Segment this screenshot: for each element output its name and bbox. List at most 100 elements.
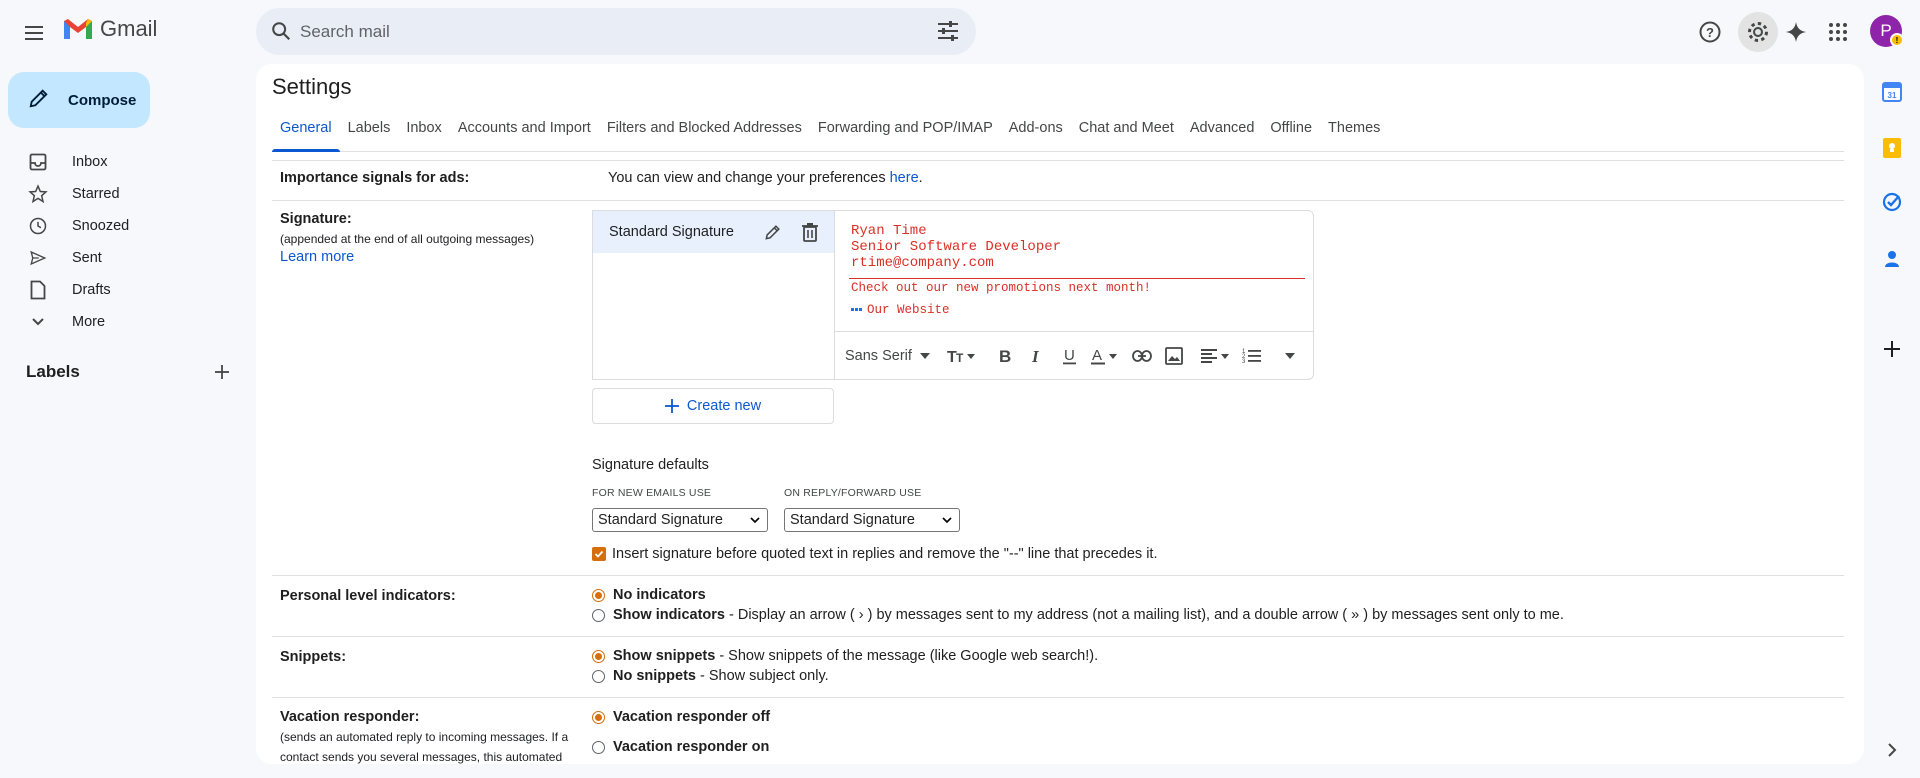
tab-filters[interactable]: Filters and Blocked Addresses	[599, 105, 810, 151]
settings-tabs: General Labels Inbox Accounts and Import…	[272, 104, 1844, 152]
vacation-off-radio[interactable]	[592, 710, 605, 724]
top-header: Gmail ? P !	[0, 0, 1920, 64]
show-indicators-description: - Display an arrow ( › ) by messages sen…	[729, 607, 1564, 623]
signature-body[interactable]: Ryan Time Senior Software Developer rtim…	[851, 223, 1061, 271]
align-icon[interactable]	[1198, 342, 1234, 370]
sidebar-item-label: Snoozed	[72, 218, 130, 234]
preferences-here-link[interactable]: here	[890, 170, 919, 186]
text-color-icon[interactable]: A	[1088, 342, 1124, 370]
vacation-responder-label-block: Vacation responder: (sends an automated …	[280, 709, 580, 764]
font-size-icon[interactable]: TT	[944, 342, 980, 370]
sidebar-item-sent[interactable]: Sent	[0, 242, 256, 274]
draft-icon	[28, 280, 48, 300]
tab-forwarding[interactable]: Forwarding and POP/IMAP	[810, 105, 1001, 151]
vacation-off-option[interactable]: Vacation responder off	[592, 709, 774, 725]
signature-sublabel: (appended at the end of all outgoing mes…	[280, 232, 535, 246]
tab-general[interactable]: General	[272, 105, 340, 152]
signature-divider-line	[849, 278, 1305, 279]
signature-learn-more-link[interactable]: Learn more	[280, 249, 534, 265]
divider	[272, 575, 1844, 576]
tab-accounts-and-import[interactable]: Accounts and Import	[450, 105, 599, 151]
sidebar-item-snoozed[interactable]: Snoozed	[0, 210, 256, 242]
show-indicators-label: Show indicators	[613, 607, 725, 623]
tab-add-ons[interactable]: Add-ons	[1001, 105, 1071, 151]
main-menu-button[interactable]	[20, 18, 50, 48]
add-addon-plus-icon[interactable]	[1880, 337, 1904, 361]
show-snippets-option[interactable]: Show snippets - Show snippets of the mes…	[592, 648, 1098, 664]
search-input[interactable]	[300, 20, 900, 44]
new-emails-label: FOR NEW EMAILS USE	[592, 487, 712, 499]
compose-button[interactable]: Compose	[8, 72, 150, 128]
tab-inbox[interactable]: Inbox	[398, 105, 449, 151]
tab-offline[interactable]: Offline	[1262, 105, 1320, 151]
settings-gear-icon[interactable]	[1738, 12, 1778, 52]
sidebar-item-drafts[interactable]: Drafts	[0, 274, 256, 306]
vacation-on-radio[interactable]	[592, 740, 605, 754]
contacts-icon[interactable]	[1880, 247, 1904, 271]
vacation-on-option[interactable]: Vacation responder on	[592, 739, 773, 755]
no-snippets-description: - Show subject only.	[699, 668, 829, 684]
search-icon[interactable]	[270, 20, 292, 47]
insert-link-icon[interactable]	[1128, 342, 1156, 370]
no-snippets-option[interactable]: No snippets - Show subject only.	[592, 668, 829, 684]
add-label-icon[interactable]	[212, 362, 232, 382]
underline-icon[interactable]: U	[1056, 342, 1084, 370]
edit-signature-icon[interactable]	[763, 222, 783, 246]
gmail-logo[interactable]: Gmail	[62, 16, 157, 42]
importance-signals-label: Importance signals for ads:	[280, 170, 470, 186]
create-new-signature-button[interactable]: Create new	[592, 388, 834, 424]
show-indicators-option[interactable]: Show indicators - Display an arrow ( › )…	[592, 607, 1564, 623]
new-emails-signature-select[interactable]: Standard Signature	[592, 508, 768, 532]
search-bar	[256, 8, 976, 55]
signature-promo-text[interactable]: Check out our new promotions next month!	[851, 281, 1151, 295]
tab-labels[interactable]: Labels	[340, 105, 399, 151]
numbered-list-icon[interactable]: 123	[1238, 342, 1266, 370]
reply-forward-signature-select[interactable]: Standard Signature	[784, 508, 960, 532]
keep-notes-icon[interactable]	[1880, 136, 1904, 160]
sidebar-item-label: Sent	[72, 250, 102, 266]
apps-grid-icon[interactable]	[1822, 16, 1854, 48]
insert-signature-before-quoted-row: Insert signature before quoted text in r…	[592, 546, 1158, 562]
signature-label: Signature:	[280, 211, 352, 227]
sidebar-item-more[interactable]: More	[0, 306, 256, 338]
personal-indicators-label: Personal level indicators:	[280, 588, 456, 604]
more-formatting-icon[interactable]	[1276, 342, 1304, 370]
sidebar-item-starred[interactable]: Starred	[0, 178, 256, 210]
tab-chat-and-meet[interactable]: Chat and Meet	[1071, 105, 1182, 151]
tasks-icon[interactable]	[1880, 190, 1904, 214]
tab-advanced[interactable]: Advanced	[1182, 105, 1263, 151]
italic-icon[interactable]: I	[1024, 342, 1052, 370]
vacation-responder-sublabel: (sends an automated reply to incoming me…	[280, 730, 569, 764]
expand-side-panel-icon[interactable]	[1880, 738, 1904, 762]
signature-editor[interactable]: Ryan Time Senior Software Developer rtim…	[834, 210, 1314, 380]
delete-signature-icon[interactable]	[801, 222, 819, 246]
no-indicators-radio[interactable]	[592, 588, 605, 602]
bold-icon[interactable]: B	[992, 342, 1020, 370]
signature-website[interactable]: Our Website	[851, 303, 950, 317]
insert-before-checkbox[interactable]	[592, 547, 606, 561]
font-family-select[interactable]: Sans Serif	[845, 348, 930, 364]
signature-label-block: Signature: (appended at the end of all o…	[280, 211, 534, 265]
gemini-sparkle-icon[interactable]	[1780, 16, 1812, 48]
show-indicators-radio[interactable]	[592, 608, 605, 622]
hamburger-icon	[25, 26, 43, 40]
insert-image-icon[interactable]	[1160, 342, 1188, 370]
page-title: Settings	[272, 74, 352, 99]
no-indicators-option[interactable]: No indicators	[592, 587, 710, 603]
tab-themes[interactable]: Themes	[1320, 105, 1388, 151]
search-options-icon[interactable]	[936, 20, 960, 47]
calendar-icon[interactable]: 31	[1880, 80, 1904, 104]
reply-forward-signature-value: Standard Signature	[790, 512, 915, 528]
svg-text:3: 3	[1242, 359, 1246, 365]
vacation-responder-label: Vacation responder:	[280, 709, 420, 725]
no-snippets-radio[interactable]	[592, 669, 605, 683]
svg-text:31: 31	[1888, 91, 1897, 100]
sidebar-item-inbox[interactable]: Inbox	[0, 146, 256, 178]
sidebar-item-label: More	[72, 314, 106, 330]
divider	[272, 697, 1844, 698]
show-snippets-radio[interactable]	[592, 649, 605, 663]
help-icon[interactable]: ?	[1694, 16, 1726, 48]
inbox-icon	[28, 152, 48, 172]
settings-panel: Settings General Labels Inbox Accounts a…	[256, 64, 1864, 764]
signature-list-item[interactable]: Standard Signature	[593, 211, 834, 253]
